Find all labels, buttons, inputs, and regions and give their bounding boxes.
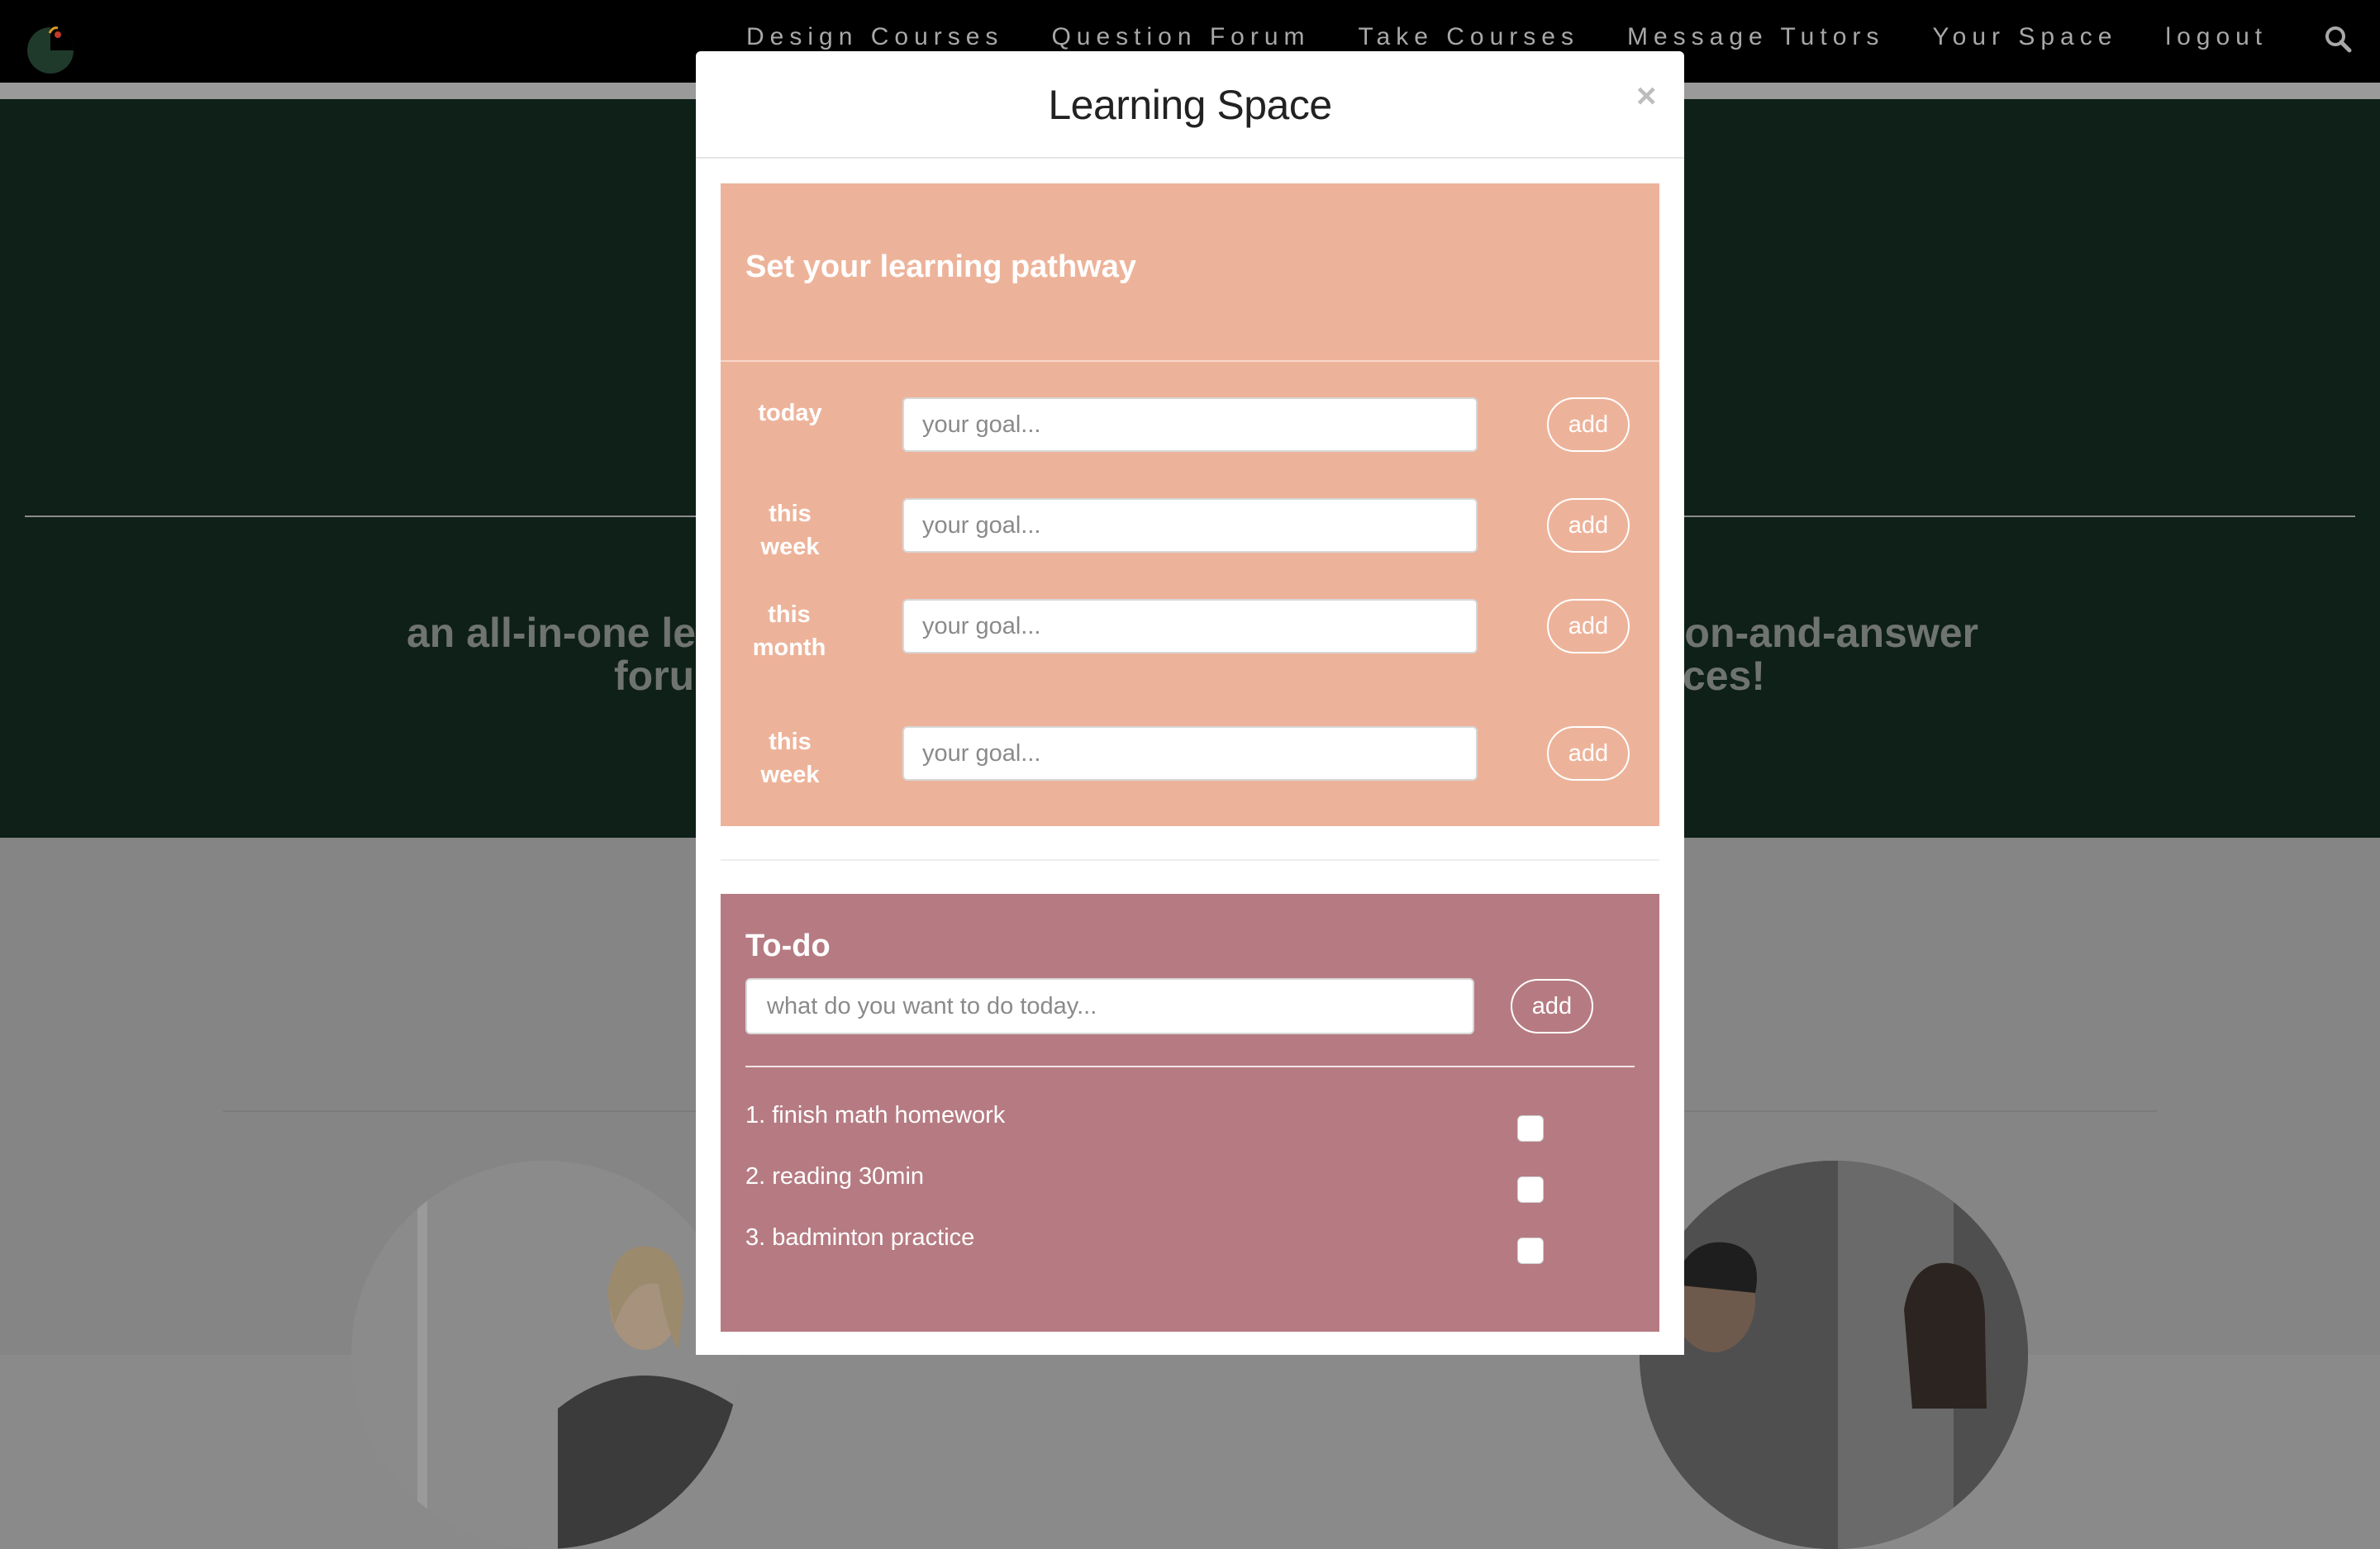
todo-item-2-checkbox[interactable]	[1517, 1176, 1544, 1203]
todo-title: To-do	[745, 929, 831, 963]
search-icon[interactable]	[2324, 25, 2352, 53]
todo-item-3: 3. badminton practice	[745, 1224, 975, 1251]
modal-title: Learning Space	[1048, 82, 1332, 128]
profile-photo-right	[1640, 1161, 2028, 1549]
todo-panel: To-do add 1. finish math homework 2. rea…	[721, 894, 1659, 1332]
nav-question-forum[interactable]: Question Forum	[1051, 23, 1310, 51]
pathway-header: Set your learning pathway	[721, 183, 1659, 362]
add-goal-this-week-button[interactable]: add	[1547, 498, 1630, 553]
todo-item-2: 2. reading 30min	[745, 1163, 925, 1190]
goal-label-this-week: this week	[760, 501, 820, 560]
modal-header: Learning Space ×	[696, 51, 1684, 159]
nav-menu: Design Courses Question Forum Take Cours…	[746, 23, 2316, 51]
goal-input-today[interactable]	[902, 397, 1478, 452]
learning-space-modal: Learning Space × Set your learning pathw…	[696, 51, 1684, 1355]
hero-tagline-right-1: ion-and-answer	[1673, 610, 1978, 656]
nav-take-courses[interactable]: Take Courses	[1359, 23, 1579, 51]
add-goal-today-button[interactable]: add	[1547, 397, 1630, 452]
add-goal-this-week-2-button[interactable]: add	[1547, 726, 1630, 781]
goal-input-this-month[interactable]	[902, 599, 1478, 653]
todo-input[interactable]	[745, 978, 1474, 1034]
nav-design-courses[interactable]: Design Courses	[746, 23, 1003, 51]
goal-label-this-week-2: this week	[760, 729, 820, 788]
nav-your-space[interactable]: Your Space	[1932, 23, 2117, 51]
nav-logout[interactable]: logout	[2165, 23, 2268, 51]
hero-tagline-right-2: ices!	[1671, 653, 1765, 699]
todo-item-1-checkbox[interactable]	[1517, 1115, 1544, 1142]
add-todo-button[interactable]: add	[1511, 979, 1593, 1033]
todo-item-1: 1. finish math homework	[745, 1102, 1006, 1128]
pathway-title: Set your learning pathway	[745, 249, 1136, 284]
profile-photo-left	[351, 1161, 740, 1549]
todo-item-3-checkbox[interactable]	[1517, 1238, 1544, 1264]
todo-divider	[745, 1066, 1635, 1067]
goal-label-today: today	[758, 400, 822, 426]
goal-label-this-month: this month	[752, 601, 826, 661]
goal-input-this-week-2[interactable]	[902, 726, 1478, 781]
add-goal-this-month-button[interactable]: add	[1547, 599, 1630, 653]
nav-message-tutors[interactable]: Message Tutors	[1627, 23, 1884, 51]
learning-pathway-panel: Set your learning pathway today add this…	[721, 183, 1659, 826]
hero-tagline-left-1: an all-in-one lea	[407, 610, 719, 656]
hero-tagline-left-2: foru	[614, 653, 695, 699]
section-divider	[721, 859, 1659, 861]
app-logo-icon[interactable]	[25, 23, 76, 74]
close-icon[interactable]: ×	[1636, 76, 1657, 116]
goal-input-this-week[interactable]	[902, 498, 1478, 553]
